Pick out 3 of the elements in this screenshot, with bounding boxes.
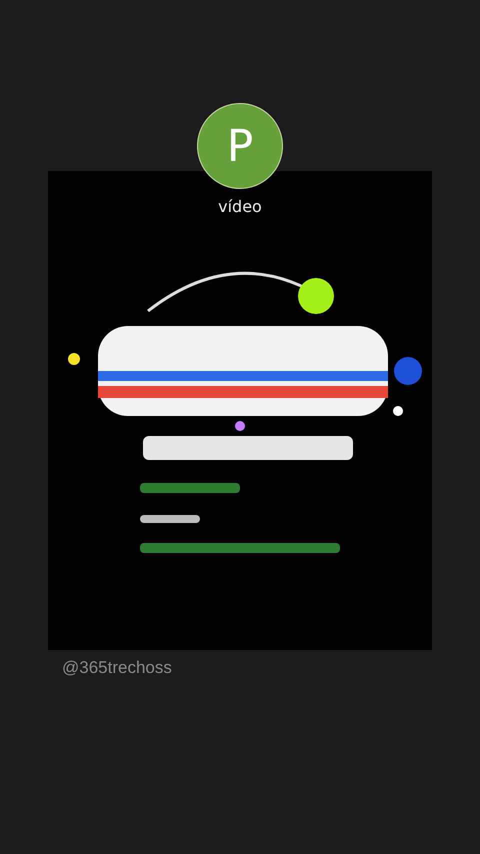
avatar[interactable]: P (197, 103, 283, 189)
username: @365trechoss (62, 658, 173, 678)
avatar-label: vídeo (218, 197, 262, 216)
